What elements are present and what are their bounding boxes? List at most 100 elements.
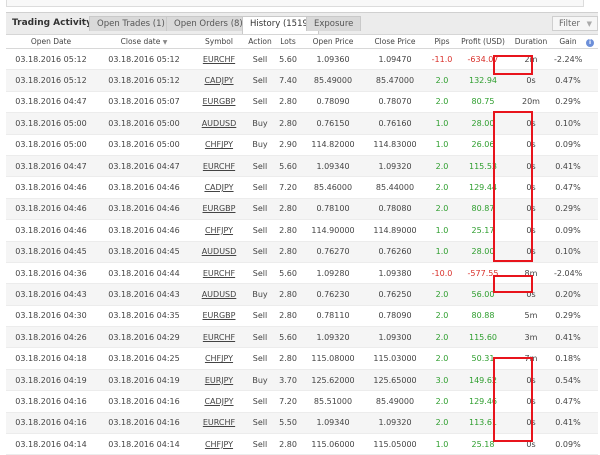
col-close-date[interactable]: Close date ▼ [96, 35, 192, 49]
cell-open-date: 03.18.2016 04:16 [6, 390, 96, 413]
cell-open-price: 85.51000 [302, 390, 364, 413]
cell-pips: 2.0 [426, 198, 458, 221]
cell-close-date: 03.18.2016 04:16 [96, 412, 192, 435]
cell-symbol[interactable]: CADJPY [192, 390, 246, 413]
table-body: 03.18.2016 05:12 03.18.2016 05:12 EURCHF Se… [6, 48, 598, 455]
table-row[interactable]: 03.18.2016 05:00 03.18.2016 05:00 AUDUSD Bu… [6, 112, 598, 135]
table-row[interactable]: 03.18.2016 05:12 03.18.2016 05:12 EURCHF Se… [6, 48, 598, 71]
cell-lots: 5.50 [274, 412, 302, 435]
cell-gain: 0.47% [554, 69, 582, 92]
cell-symbol[interactable]: EURCHF [192, 48, 246, 71]
cell-close-price: 1.09320 [364, 155, 426, 178]
cell-symbol[interactable]: AUDUSD [192, 241, 246, 263]
table-row[interactable]: 03.18.2016 04:14 03.18.2016 04:14 CHFJPY Se… [6, 433, 598, 455]
cell-symbol[interactable]: EURCHF [192, 262, 246, 285]
cell-symbol[interactable]: CADJPY [192, 176, 246, 199]
cell-profit: 80.88 [458, 305, 508, 328]
cell-duration: 0s [508, 369, 554, 392]
table-row[interactable]: 03.18.2016 04:18 03.18.2016 04:25 CHFJPY Se… [6, 347, 598, 370]
cell-open-price: 114.82000 [302, 134, 364, 156]
cell-open-price: 1.09280 [302, 262, 364, 285]
col-lots[interactable]: Lots [274, 35, 302, 49]
col-pips[interactable]: Pips [426, 35, 458, 49]
cell-symbol[interactable]: EURCHF [192, 155, 246, 178]
table-row[interactable]: 03.18.2016 05:00 03.18.2016 05:00 CHFJPY Bu… [6, 134, 598, 156]
table-row[interactable]: 03.18.2016 04:26 03.18.2016 04:29 EURCHF Se… [6, 326, 598, 349]
cell-gain: 0.29% [554, 198, 582, 221]
cell-pips: 2.0 [426, 390, 458, 413]
table-row[interactable]: 03.18.2016 04:19 03.18.2016 04:19 EURJPY Bu… [6, 369, 598, 392]
cell-symbol[interactable]: CADJPY [192, 69, 246, 92]
table-row[interactable]: 03.18.2016 04:45 03.18.2016 04:45 AUDUSD Se… [6, 241, 598, 263]
cell-open-date: 03.18.2016 04:47 [6, 155, 96, 178]
cell-open-price: 1.09320 [302, 326, 364, 349]
cell-close-date: 03.18.2016 05:00 [96, 134, 192, 156]
cell-lots: 7.40 [274, 69, 302, 92]
cell-symbol[interactable]: CHFJPY [192, 134, 246, 156]
cell-symbol[interactable]: CHFJPY [192, 219, 246, 242]
col-action[interactable]: Action [246, 35, 274, 49]
cell-duration: 0s [508, 241, 554, 263]
cell-open-date: 03.18.2016 04:14 [6, 433, 96, 455]
col-open-price[interactable]: Open Price [302, 35, 364, 49]
cell-action: Sell [246, 48, 274, 71]
cell-gain: 0.09% [554, 134, 582, 156]
cell-symbol[interactable]: CHFJPY [192, 433, 246, 455]
cell-open-price: 0.78100 [302, 198, 364, 221]
cell-duration: 2m [508, 48, 554, 71]
cell-symbol[interactable]: EURCHF [192, 412, 246, 435]
cell-open-date: 03.18.2016 05:00 [6, 134, 96, 156]
cell-symbol[interactable]: AUDUSD [192, 112, 246, 135]
col-profit[interactable]: Profit (USD) [458, 35, 508, 49]
table-row[interactable]: 03.18.2016 04:16 03.18.2016 04:16 EURCHF Se… [6, 412, 598, 435]
cell-profit: 26.06 [458, 134, 508, 156]
cell-action: Sell [246, 198, 274, 221]
cell-close-date: 03.18.2016 04:16 [96, 390, 192, 413]
cell-open-date: 03.18.2016 05:12 [6, 69, 96, 92]
cell-symbol[interactable]: EURGBP [192, 91, 246, 114]
cell-symbol[interactable]: EURJPY [192, 369, 246, 392]
tab-exposure[interactable]: Exposure [306, 16, 362, 31]
cell-profit: 28.00 [458, 241, 508, 263]
table-row[interactable]: 03.18.2016 04:16 03.18.2016 04:16 CADJPY Se… [6, 390, 598, 413]
cell-pips: 2.0 [426, 176, 458, 199]
cell-pips: 1.0 [426, 112, 458, 135]
table-row[interactable]: 03.18.2016 05:12 03.18.2016 05:12 CADJPY Se… [6, 69, 598, 92]
table-row[interactable]: 03.18.2016 04:47 03.18.2016 05:07 EURGBP Se… [6, 91, 598, 114]
cell-close-date: 03.18.2016 05:00 [96, 112, 192, 135]
cell-open-price: 0.78090 [302, 91, 364, 114]
info-icon[interactable]: i [586, 38, 594, 47]
table-row[interactable]: 03.18.2016 04:47 03.18.2016 04:47 EURCHF Se… [6, 155, 598, 178]
tab-open-orders[interactable]: Open Orders (8) [166, 16, 251, 31]
table-row[interactable]: 03.18.2016 04:46 03.18.2016 04:46 CADJPY Se… [6, 176, 598, 199]
cell-symbol[interactable]: EURGBP [192, 305, 246, 328]
cell-profit: 25.18 [458, 433, 508, 455]
filter-button[interactable]: Filter ▼ [552, 16, 598, 31]
cell-close-price: 0.76160 [364, 112, 426, 135]
table-row[interactable]: 03.18.2016 04:46 03.18.2016 04:46 EURGBP Se… [6, 198, 598, 221]
cell-open-price: 1.09340 [302, 412, 364, 435]
cell-pips: 1.0 [426, 433, 458, 455]
col-symbol[interactable]: Symbol [192, 35, 246, 49]
cell-open-date: 03.18.2016 04:30 [6, 305, 96, 328]
cell-open-price: 85.49000 [302, 69, 364, 92]
tab-open-trades[interactable]: Open Trades (1) [89, 16, 173, 31]
cell-lots: 2.80 [274, 433, 302, 455]
table-row[interactable]: 03.18.2016 04:46 03.18.2016 04:46 CHFJPY Se… [6, 219, 598, 242]
col-gain[interactable]: Gain [554, 35, 582, 49]
cell-open-price: 115.08000 [302, 347, 364, 370]
cell-action: Sell [246, 347, 274, 370]
table-row[interactable]: 03.18.2016 04:30 03.18.2016 04:35 EURGBP Se… [6, 305, 598, 328]
col-info[interactable]: i [582, 35, 598, 49]
cell-symbol[interactable]: EURCHF [192, 326, 246, 349]
cell-symbol[interactable]: AUDUSD [192, 283, 246, 306]
col-close-price[interactable]: Close Price [364, 35, 426, 49]
cell-duration: 20m [508, 91, 554, 114]
table-row[interactable]: 03.18.2016 04:43 03.18.2016 04:43 AUDUSD Bu… [6, 283, 598, 306]
cell-symbol[interactable]: CHFJPY [192, 347, 246, 370]
table-row[interactable]: 03.18.2016 04:36 03.18.2016 04:44 EURCHF Se… [6, 262, 598, 285]
cell-open-date: 03.18.2016 04:36 [6, 262, 96, 285]
col-duration[interactable]: Duration [508, 35, 554, 49]
cell-symbol[interactable]: EURGBP [192, 198, 246, 221]
col-open-date[interactable]: Open Date [6, 35, 96, 49]
